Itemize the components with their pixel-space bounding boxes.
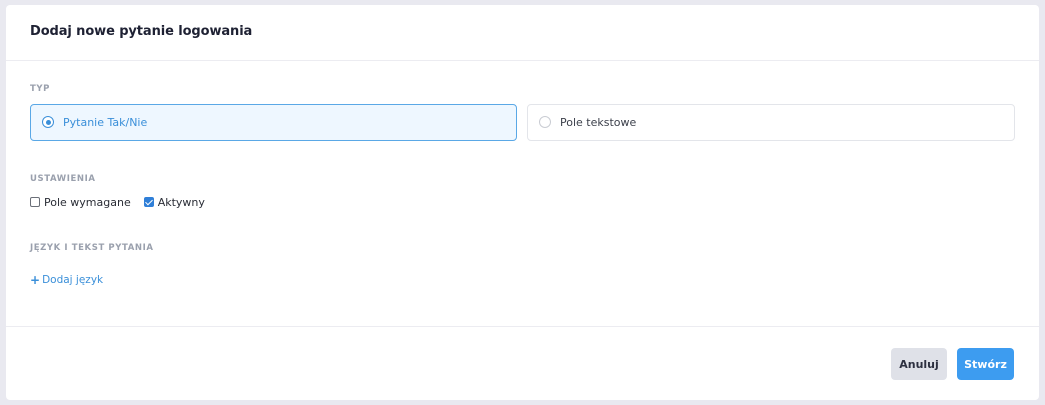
dialog-header: Dodaj nowe pytanie logowania	[6, 5, 1039, 61]
active-checkbox[interactable]: Aktywny	[143, 195, 205, 209]
cancel-button[interactable]: Anuluj	[891, 348, 947, 380]
radio-selected-icon[interactable]	[42, 116, 54, 128]
dialog-title: Dodaj nowe pytanie logowania	[30, 24, 253, 39]
type-option-yes-no[interactable]: Pytanie Tak/Nie	[30, 104, 517, 141]
language-section-label: JĘZYK I TEKST PYTANIA	[30, 243, 154, 253]
required-field-label: Pole wymagane	[44, 195, 131, 209]
plus-icon: +	[30, 273, 41, 287]
create-button[interactable]: Stwórz	[957, 348, 1014, 380]
checkbox-unchecked-icon[interactable]	[30, 197, 40, 207]
add-language-link[interactable]: + Dodaj język	[30, 274, 103, 286]
radio-unselected-icon[interactable]	[539, 116, 551, 128]
type-option-label: Pytanie Tak/Nie	[63, 116, 148, 129]
dialog-footer: Anuluj Stwórz	[6, 326, 1039, 400]
checkbox-checked-icon[interactable]	[143, 197, 154, 207]
required-field-checkbox[interactable]: Pole wymagane	[30, 196, 131, 209]
add-login-question-dialog: Dodaj nowe pytanie logowania TYP Pytanie…	[6, 5, 1039, 400]
type-option-text-field[interactable]: Pole tekstowe	[527, 104, 1015, 141]
settings-checkboxes: Pole wymagane Aktywny	[30, 195, 205, 209]
type-option-label: Pole tekstowe	[560, 116, 637, 129]
type-section-label: TYP	[30, 84, 50, 94]
add-language-label: Dodaj język	[42, 274, 104, 286]
settings-section-label: USTAWIENIA	[30, 174, 96, 184]
active-label: Aktywny	[157, 195, 205, 209]
